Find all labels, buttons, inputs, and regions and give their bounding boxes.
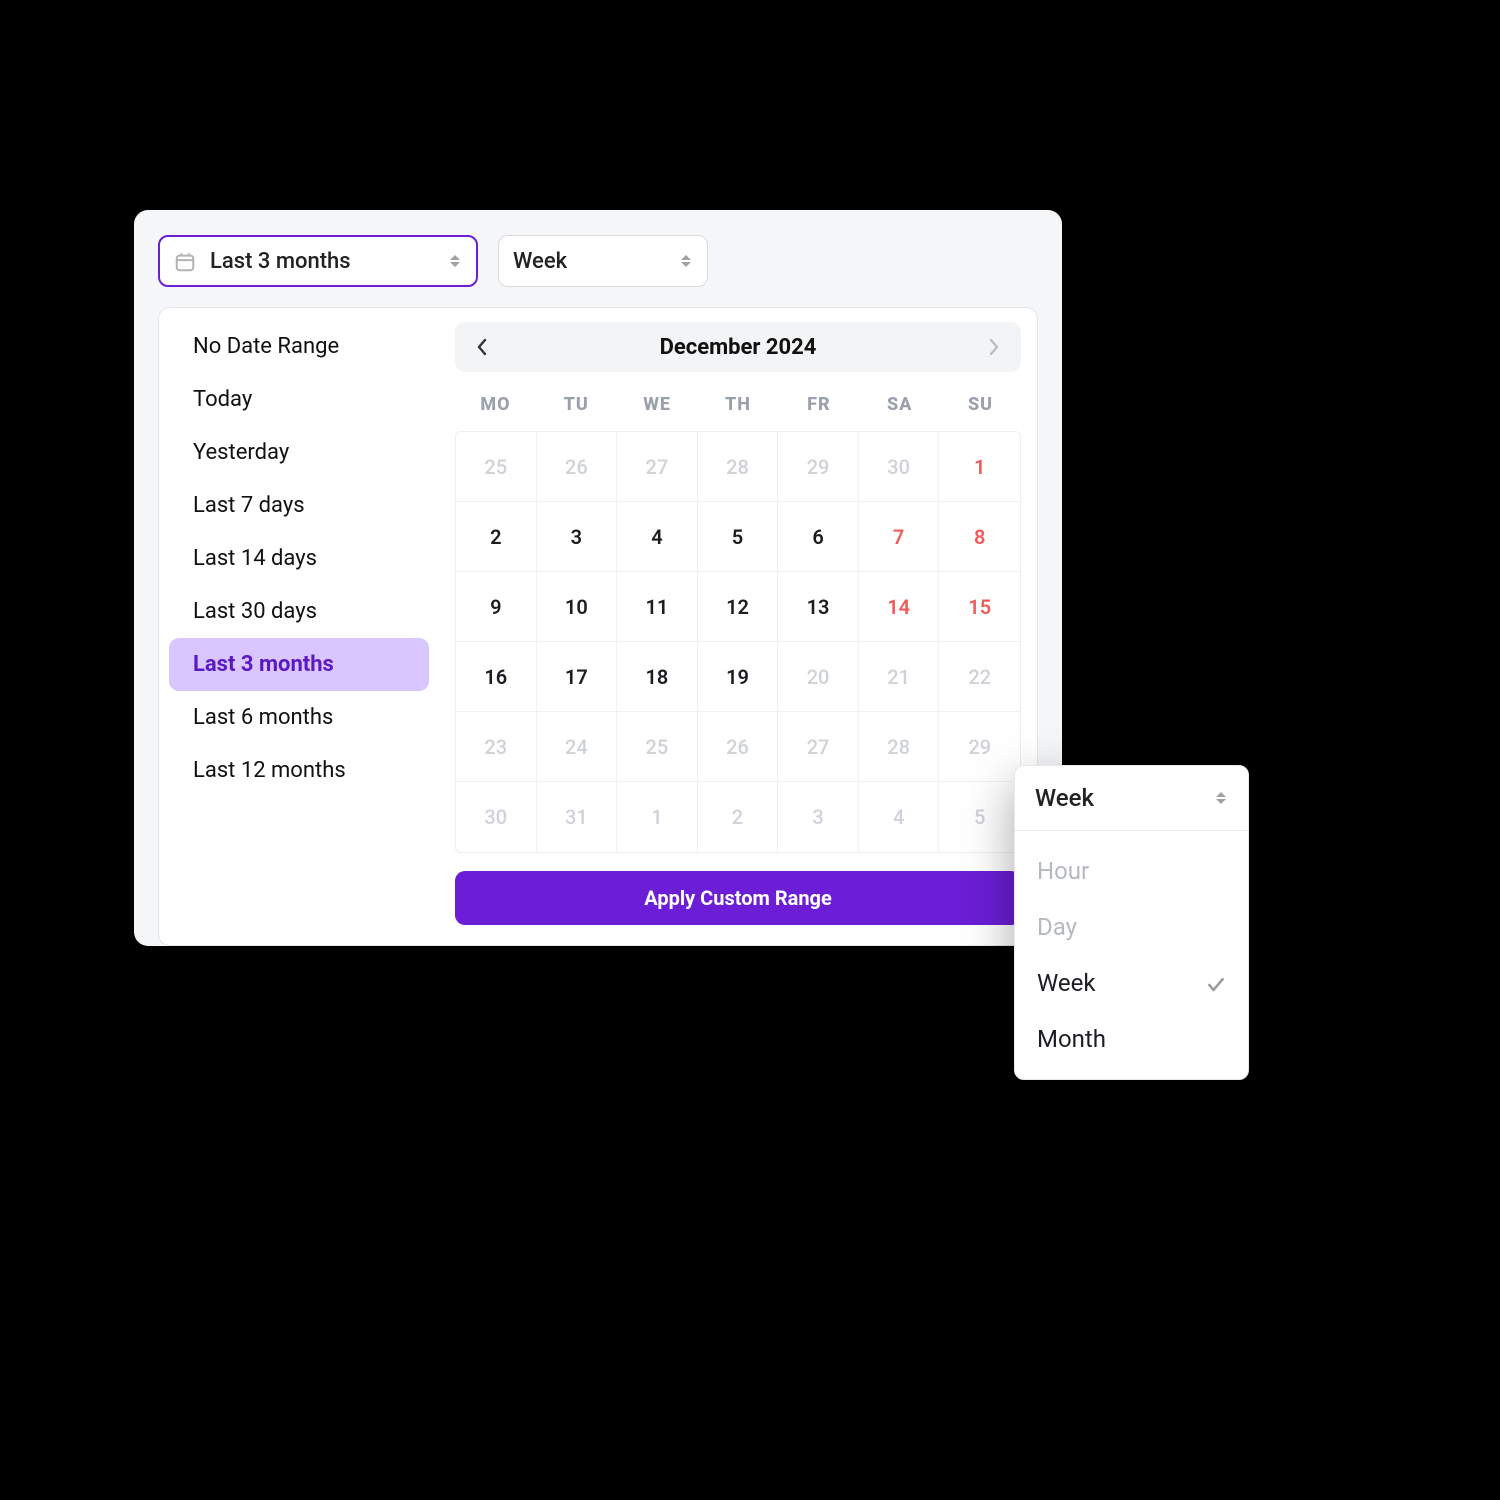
top-controls: Last 3 months Week <box>158 235 1038 287</box>
day-cell[interactable]: 18 <box>617 642 698 712</box>
week-row: 23242526272829 <box>456 712 1020 782</box>
preset-option[interactable]: Last 3 months <box>169 638 429 691</box>
day-cell[interactable]: 30 <box>859 432 940 502</box>
apply-button[interactable]: Apply Custom Range <box>455 871 1021 925</box>
day-cell[interactable]: 26 <box>537 432 618 502</box>
preset-option[interactable]: No Date Range <box>169 320 429 373</box>
day-cell[interactable]: 25 <box>617 712 698 782</box>
day-cell[interactable]: 3 <box>778 782 859 852</box>
group-dropdown-list: Hour Day Week Month <box>1015 831 1248 1079</box>
week-row: 2345678 <box>456 502 1020 572</box>
group-dropdown-header-label: Week <box>1035 784 1094 812</box>
week-row: 303112345 <box>456 782 1020 852</box>
day-grid: 2526272829301234567891011121314151617181… <box>455 431 1021 853</box>
group-dropdown-header[interactable]: Week <box>1015 766 1248 831</box>
group-selector-label: Week <box>513 249 679 274</box>
calendar: December 2024 MOTUWETHFRSASU 25262728293… <box>439 308 1037 945</box>
day-cell[interactable]: 21 <box>859 642 940 712</box>
day-cell[interactable]: 16 <box>456 642 537 712</box>
group-option[interactable]: Month <box>1015 1011 1248 1067</box>
day-cell[interactable]: 5 <box>698 502 779 572</box>
group-option[interactable]: Day <box>1015 899 1248 955</box>
day-cell[interactable]: 4 <box>859 782 940 852</box>
day-cell[interactable]: 3 <box>537 502 618 572</box>
month-title: December 2024 <box>660 335 817 360</box>
dow-label: SA <box>859 382 940 427</box>
chevron-up-down-icon <box>448 252 462 270</box>
group-option-label: Month <box>1037 1025 1106 1053</box>
dow-label: WE <box>617 382 698 427</box>
day-cell[interactable]: 1 <box>939 432 1020 502</box>
preset-option[interactable]: Last 30 days <box>169 585 429 638</box>
day-cell[interactable]: 28 <box>698 432 779 502</box>
dow-label: TH <box>698 382 779 427</box>
day-cell[interactable]: 22 <box>939 642 1020 712</box>
day-cell[interactable]: 27 <box>617 432 698 502</box>
preset-option[interactable]: Last 12 months <box>169 744 429 797</box>
day-cell[interactable]: 19 <box>698 642 779 712</box>
day-cell[interactable]: 25 <box>456 432 537 502</box>
day-cell[interactable]: 29 <box>778 432 859 502</box>
prev-month-button[interactable] <box>469 334 495 360</box>
day-cell[interactable]: 30 <box>456 782 537 852</box>
group-option[interactable]: Week <box>1015 955 1248 1011</box>
day-cell[interactable]: 4 <box>617 502 698 572</box>
range-picker: No Date RangeTodayYesterdayLast 7 daysLa… <box>158 307 1038 946</box>
dow-label: FR <box>778 382 859 427</box>
day-cell[interactable]: 28 <box>859 712 940 782</box>
group-dropdown: Week Hour Day Week Month <box>1014 765 1249 1080</box>
group-option[interactable]: Hour <box>1015 843 1248 899</box>
day-cell[interactable]: 23 <box>456 712 537 782</box>
month-nav: December 2024 <box>455 322 1021 372</box>
day-cell[interactable]: 6 <box>778 502 859 572</box>
preset-option[interactable]: Last 7 days <box>169 479 429 532</box>
dow-label: MO <box>455 382 536 427</box>
dow-label: TU <box>536 382 617 427</box>
day-cell[interactable]: 14 <box>859 572 940 642</box>
day-cell[interactable]: 15 <box>939 572 1020 642</box>
week-row: 16171819202122 <box>456 642 1020 712</box>
preset-option[interactable]: Yesterday <box>169 426 429 479</box>
day-cell[interactable]: 11 <box>617 572 698 642</box>
day-cell[interactable]: 13 <box>778 572 859 642</box>
preset-option[interactable]: Last 6 months <box>169 691 429 744</box>
calendar-icon <box>174 251 196 271</box>
preset-option[interactable]: Last 14 days <box>169 532 429 585</box>
group-option-label: Day <box>1037 913 1077 941</box>
preset-option[interactable]: Today <box>169 373 429 426</box>
day-cell[interactable]: 2 <box>698 782 779 852</box>
day-cell[interactable]: 2 <box>456 502 537 572</box>
day-cell[interactable]: 27 <box>778 712 859 782</box>
next-month-button[interactable] <box>981 334 1007 360</box>
day-cell[interactable]: 9 <box>456 572 537 642</box>
dow-label: SU <box>940 382 1021 427</box>
week-row: 2526272829301 <box>456 432 1020 502</box>
day-cell[interactable]: 5 <box>939 782 1020 852</box>
day-cell[interactable]: 17 <box>537 642 618 712</box>
day-cell[interactable]: 7 <box>859 502 940 572</box>
range-selector[interactable]: Last 3 months <box>158 235 478 287</box>
group-option-label: Hour <box>1037 857 1089 885</box>
day-cell[interactable]: 24 <box>537 712 618 782</box>
date-range-panel: Last 3 months Week No Date RangeTodayYes… <box>134 210 1062 946</box>
day-cell[interactable]: 29 <box>939 712 1020 782</box>
group-selector[interactable]: Week <box>498 235 708 287</box>
day-cell[interactable]: 1 <box>617 782 698 852</box>
day-cell[interactable]: 8 <box>939 502 1020 572</box>
day-cell[interactable]: 20 <box>778 642 859 712</box>
preset-list: No Date RangeTodayYesterdayLast 7 daysLa… <box>159 308 439 945</box>
range-selector-label: Last 3 months <box>210 249 448 274</box>
check-icon <box>1206 973 1226 993</box>
chevron-up-down-icon <box>679 252 693 270</box>
day-cell[interactable]: 31 <box>537 782 618 852</box>
day-cell[interactable]: 26 <box>698 712 779 782</box>
day-cell[interactable]: 10 <box>537 572 618 642</box>
chevron-up-down-icon <box>1214 789 1228 807</box>
group-option-label: Week <box>1037 969 1096 997</box>
week-row: 9101112131415 <box>456 572 1020 642</box>
dow-row: MOTUWETHFRSASU <box>455 382 1021 427</box>
day-cell[interactable]: 12 <box>698 572 779 642</box>
